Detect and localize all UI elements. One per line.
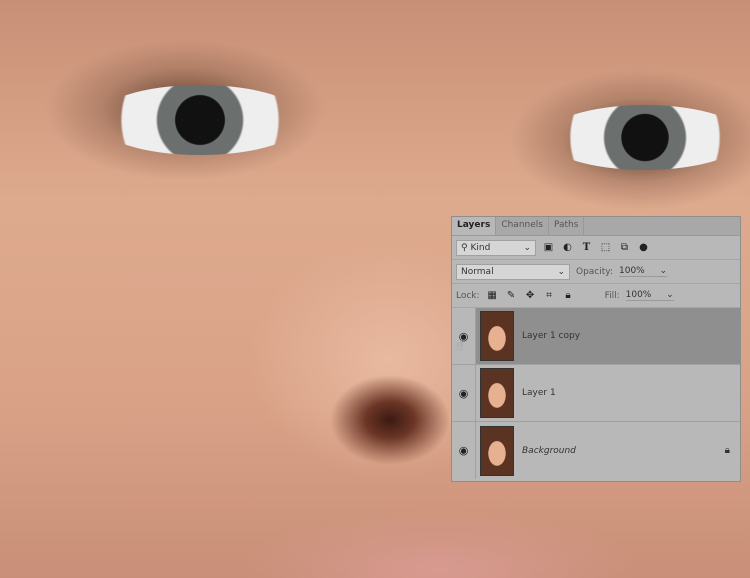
layer-thumbnail (480, 311, 514, 361)
chevron-down-icon: ⌄ (659, 266, 667, 276)
blend-mode-value: Normal (461, 266, 494, 277)
layer-name[interactable]: Background (522, 446, 576, 456)
fill-input[interactable]: 100% ⌄ (625, 290, 674, 301)
layer-thumbnail (480, 368, 514, 418)
layer-lock-icon[interactable]: 🔒︎ (725, 445, 730, 456)
filter-kind-select[interactable]: ⚲ Kind ⌄ (456, 239, 536, 256)
shape-filter-icon[interactable]: ⬚ (599, 242, 612, 253)
adjustment-filter-icon[interactable]: ◐ (561, 242, 574, 253)
opacity-input[interactable]: 100% ⌄ (619, 266, 667, 277)
visibility-eye-icon[interactable]: ◉ ☝ (452, 308, 476, 364)
layer-thumbnail (480, 425, 514, 476)
layer-row-layer-1[interactable]: ◉ Layer 1 (452, 365, 740, 422)
smart-object-filter-icon[interactable]: ⧉ (618, 242, 631, 253)
type-filter-icon[interactable]: T (580, 242, 593, 253)
chevron-down-icon: ⌄ (557, 266, 565, 277)
visibility-eye-icon[interactable]: ◉ (452, 422, 476, 479)
right-eye (545, 105, 745, 170)
hand-cursor-icon: ☝ (456, 338, 464, 352)
blend-row: Normal ⌄ Opacity: 100% ⌄ (452, 260, 740, 284)
filter-toggle-icon[interactable]: ● (637, 242, 650, 253)
lock-transparent-pixels-icon[interactable]: ▦ (486, 290, 499, 301)
lock-row: Lock: ▦ ✎ ✥ ⌗ 🔒︎ Fill: 100% ⌄ (452, 284, 740, 308)
layers-panel: Layers Channels Paths ⚲ Kind ⌄ ▣ ◐ T ⬚ ⧉ … (451, 216, 741, 482)
chevron-down-icon: ⌄ (523, 242, 531, 253)
panel-tabs: Layers Channels Paths (452, 217, 740, 236)
lock-all-icon[interactable]: 🔒︎ (562, 290, 575, 301)
lock-artboard-icon[interactable]: ⌗ (543, 290, 556, 301)
lock-label: Lock: (456, 290, 480, 301)
tab-layers[interactable]: Layers (452, 217, 497, 235)
visibility-eye-icon[interactable]: ◉ (452, 365, 476, 421)
lock-position-move-icon[interactable]: ✥ (524, 290, 537, 301)
tab-channels[interactable]: Channels (496, 217, 549, 235)
fill-label: Fill: (604, 290, 620, 301)
tab-paths[interactable]: Paths (549, 217, 585, 235)
layer-name[interactable]: Layer 1 (522, 388, 556, 398)
filter-kind-label: Kind (470, 242, 491, 253)
layer-name[interactable]: Layer 1 copy (522, 331, 580, 341)
chevron-down-icon: ⌄ (666, 290, 674, 300)
left-eye (95, 85, 305, 155)
pixel-filter-icon[interactable]: ▣ (542, 242, 555, 253)
lock-image-pixels-brush-icon[interactable]: ✎ (505, 290, 518, 301)
layer-row-layer-1-copy[interactable]: ◉ ☝ Layer 1 copy (452, 308, 740, 365)
filter-row: ⚲ Kind ⌄ ▣ ◐ T ⬚ ⧉ ● (452, 236, 740, 260)
fill-value: 100% (625, 290, 652, 300)
opacity-label: Opacity: (576, 266, 613, 277)
layer-row-background[interactable]: ◉ Background 🔒︎ (452, 422, 740, 479)
blend-mode-select[interactable]: Normal ⌄ (456, 263, 570, 280)
search-icon: ⚲ (461, 242, 468, 253)
opacity-value: 100% (619, 266, 645, 276)
